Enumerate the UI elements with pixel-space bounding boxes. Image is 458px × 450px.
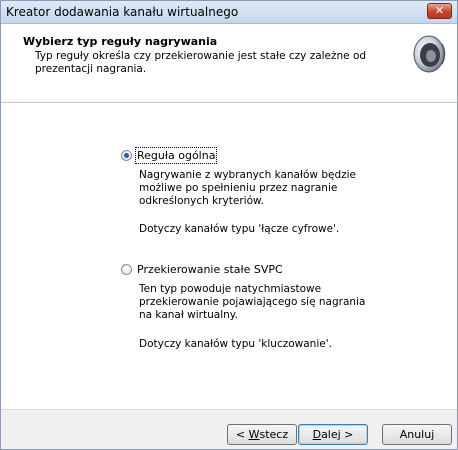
wizard-window: Kreator dodawania kanału wirtualnego ✕ W… [0, 0, 458, 450]
speaker-icon [413, 35, 446, 73]
page-description: Typ reguły określa czy przekierowanie je… [35, 50, 367, 75]
page-title: Wybierz typ reguły nagrywania [23, 35, 218, 48]
cancel-button[interactable]: Anuluj [382, 424, 452, 445]
radio-label[interactable]: Reguła ogólna [134, 147, 218, 164]
option-note: Dotyczy kanałów typu 'łącze cyfrowe'. [139, 223, 340, 235]
option-description: Nagrywanie z wybranych kanałów będzie mo… [139, 169, 357, 207]
cancel-label: Anuluj [399, 428, 435, 441]
radio-label[interactable]: Przekierowanie stałe SVPC [137, 263, 283, 276]
footer-divider [1, 409, 457, 410]
back-mnemonic: W [248, 428, 260, 441]
radio-permanent-redirect[interactable]: Przekierowanie stałe SVPC [121, 263, 283, 276]
title-bar[interactable]: Kreator dodawania kanału wirtualnego ✕ [1, 1, 457, 24]
next-label: alej > [321, 428, 354, 441]
option-note: Dotyczy kanałów typu 'kluczowanie'. [139, 338, 332, 350]
option-description: Ten typ powoduje natychmiastowe przekier… [139, 283, 366, 321]
window-title: Kreator dodawania kanału wirtualnego [6, 5, 239, 19]
radio-rule-general[interactable]: Reguła ogólna [121, 147, 218, 164]
back-label: stecz [259, 428, 289, 441]
close-button[interactable]: ✕ [427, 3, 452, 19]
back-prefix: < [235, 428, 249, 441]
back-button[interactable]: < Wstecz [227, 424, 297, 445]
wizard-content: Reguła ogólna Nagrywanie z wybranych kan… [1, 103, 457, 409]
wizard-header: Wybierz typ reguły nagrywania Typ reguły… [1, 24, 457, 103]
next-button[interactable]: Dalej > [298, 424, 368, 445]
next-mnemonic: D [312, 428, 322, 441]
radio-button-checked[interactable] [121, 150, 132, 161]
close-icon: ✕ [434, 4, 445, 17]
radio-button-unchecked[interactable] [121, 264, 132, 275]
